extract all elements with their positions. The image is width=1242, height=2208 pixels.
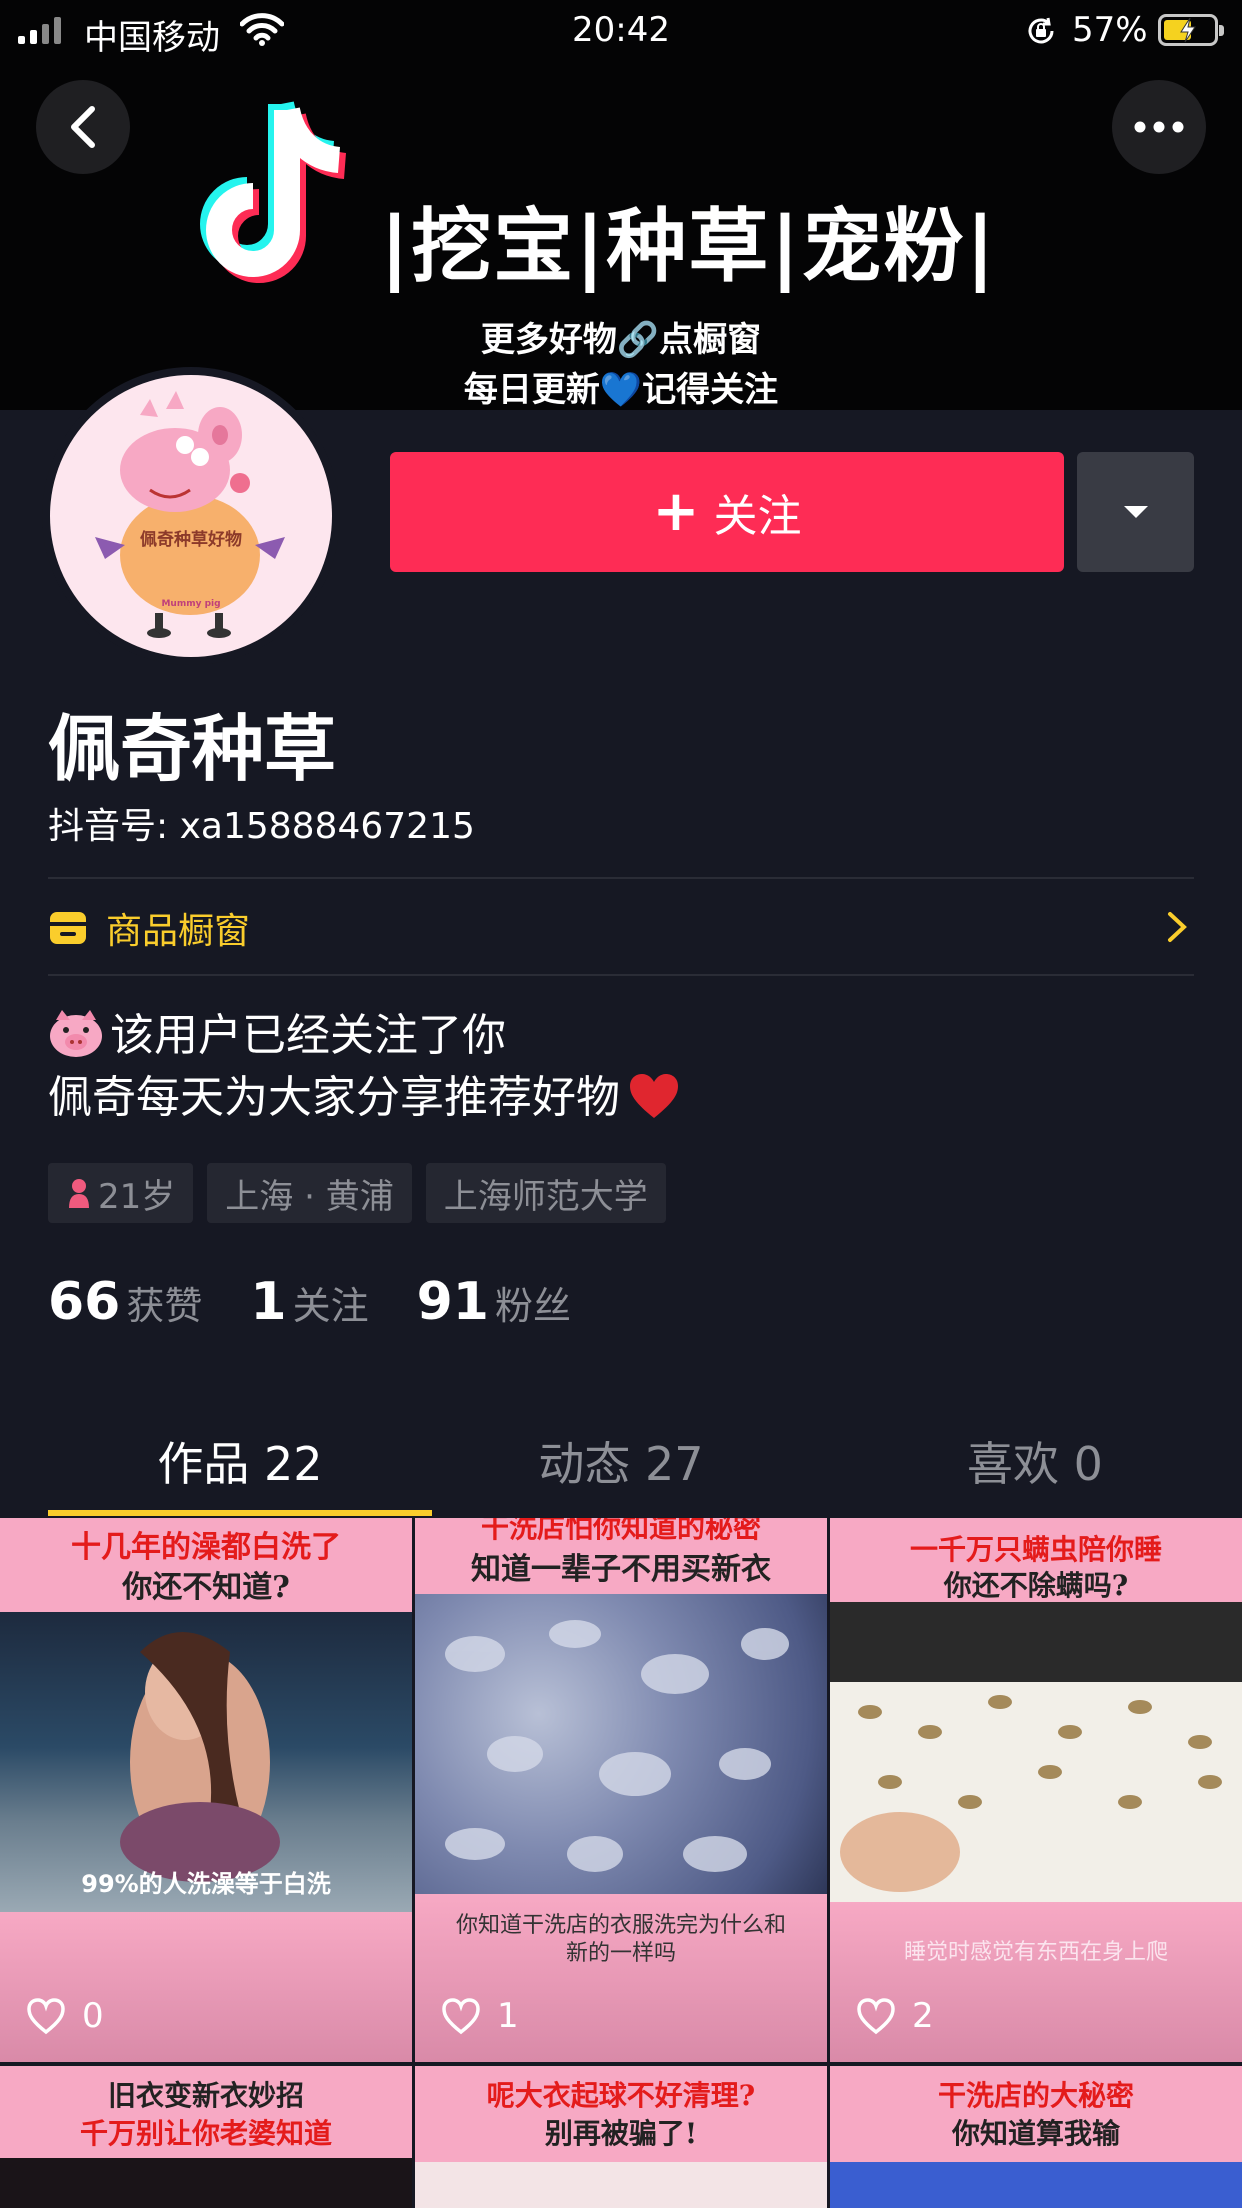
video-thumbnail[interactable]: 干洗店的大秘密 你知道算我输 xyxy=(830,2066,1242,2208)
female-icon xyxy=(69,1179,89,1208)
battery-icon xyxy=(1158,14,1224,46)
pig-emoji-icon xyxy=(50,1010,102,1057)
video-thumbnail[interactable]: 十几年的澡都白洗了 你还不知道? 99%的人洗澡等于白洗 0 xyxy=(0,1518,412,2062)
shop-window-label: 商品橱窗 xyxy=(106,911,251,952)
divider xyxy=(48,974,1194,976)
heart-outline-icon xyxy=(857,1998,895,2035)
likes-stat: 66 获赞 xyxy=(48,1272,203,1332)
tab-likes[interactable]: 喜欢 0 xyxy=(828,1428,1242,1494)
follow-button[interactable]: + 关注 xyxy=(390,452,1064,572)
followers-stat[interactable]: 91 粉丝 xyxy=(417,1272,571,1332)
content-tabs: 作品 22 动态 27 喜欢 0 xyxy=(0,1400,1242,1518)
age-tag: 21岁 xyxy=(48,1163,194,1223)
video-thumbnail[interactable]: 呢大衣起球不好清理? 别再被骗了! xyxy=(415,2066,827,2208)
tab-moments[interactable]: 动态 27 xyxy=(414,1428,828,1494)
profile-stats: 66 获赞 1 关注 91 粉丝 xyxy=(48,1272,619,1332)
more-icon xyxy=(1134,121,1184,133)
heart-outline-icon xyxy=(27,1998,65,2035)
active-tab-indicator xyxy=(48,1510,432,1516)
tab-works[interactable]: 作品 22 xyxy=(33,1428,447,1494)
video-thumbnail[interactable]: 干洗店怕你知道的秘密 知道一辈子不用买新衣 你知道干洗店的衣服洗完为什么和新的一… xyxy=(415,1518,827,2062)
shop-window-row[interactable]: 商品橱窗 xyxy=(48,880,1194,976)
avatar-text: 佩奇种草好物 xyxy=(140,530,242,550)
back-button[interactable] xyxy=(36,80,130,174)
avatar-small-text: Mummy pig xyxy=(161,599,221,609)
following-stat[interactable]: 1 关注 xyxy=(250,1272,368,1332)
nickname: 佩奇种草 xyxy=(48,707,337,791)
peppa-pig-image xyxy=(95,391,285,638)
douyin-logo xyxy=(200,100,347,283)
recommend-dropdown-button[interactable] xyxy=(1077,452,1194,572)
video-likes: 2 xyxy=(856,1996,934,2036)
avatar[interactable]: 佩奇种草好物 Mummy pig xyxy=(42,367,340,665)
banner-line-1: 更多好物🔗点橱窗 xyxy=(480,320,762,360)
douyin-id: 抖音号: xa15888467215 xyxy=(48,806,475,847)
chevron-right-icon xyxy=(1168,912,1187,942)
follow-label: 关注 xyxy=(713,491,802,542)
banner-slogan: |挖宝|种草|宠粉| xyxy=(380,200,997,293)
plus-icon: + xyxy=(652,479,700,544)
rotation-lock-icon xyxy=(1028,17,1054,44)
caret-down-icon xyxy=(1123,506,1148,518)
school-tag: 上海师范大学 xyxy=(425,1163,666,1223)
heart-emoji-icon xyxy=(630,1074,678,1118)
video-image xyxy=(415,1594,827,1894)
video-thumbnail[interactable]: 旧衣变新衣妙招 千万别让你老婆知道 xyxy=(0,2066,412,2208)
profile-tags: 21岁 上海 · 黄浦 上海师范大学 xyxy=(48,1163,666,1223)
chevron-left-icon xyxy=(71,106,95,148)
video-likes: 1 xyxy=(441,1996,519,2036)
bio: 该用户已经关注了你 佩奇每天为大家分享推荐好物 xyxy=(48,1005,680,1129)
bio-line-1: 该用户已经关注了你 xyxy=(110,1010,506,1061)
bio-line-2: 佩奇每天为大家分享推荐好物 xyxy=(48,1072,620,1123)
divider xyxy=(48,877,1194,879)
video-thumbnail[interactable]: 一千万只螨虫陪你睡 你还不除螨吗? 睡觉时感觉有东西在身上爬 2 xyxy=(830,1518,1242,2062)
more-button[interactable] xyxy=(1112,80,1206,174)
shop-icon xyxy=(50,912,86,944)
video-likes: 0 xyxy=(26,1996,104,2036)
heart-outline-icon xyxy=(442,1998,480,2035)
location-tag: 上海 · 黄浦 xyxy=(207,1163,412,1223)
video-image xyxy=(830,1602,1242,1902)
battery-percent: 57% xyxy=(1072,10,1148,50)
status-bar: 中国移动 20:42 57% xyxy=(0,0,1242,62)
